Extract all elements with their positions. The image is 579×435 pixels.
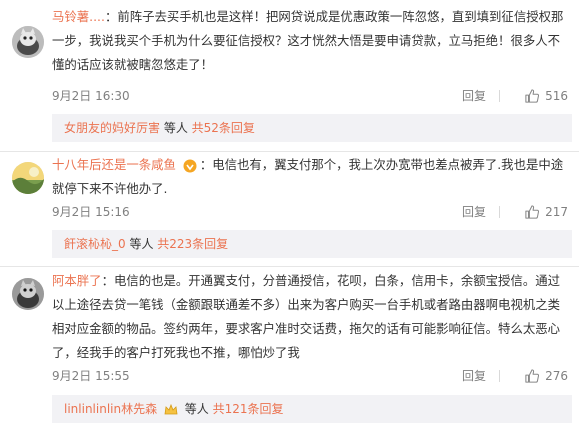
divider [0,266,579,267]
timestamp: 9月2日 15:55 [52,369,130,383]
username-link[interactable]: 十八年后还是一条咸鱼 [52,157,176,172]
like-button[interactable]: 276 [525,364,568,388]
comment-meta: 9月2日 16:30 回复 516 [52,84,572,108]
comment-meta: 9月2日 15:55 回复 276 [52,364,572,388]
reply-button[interactable]: 回复 [462,364,486,388]
thumbs-up-icon [525,369,540,383]
avatar[interactable] [12,162,44,194]
comment-text-block: 阿本胖了：电信的也是。开通翼支付，分普通授信，花呗，白条，信用卡，余额宝授信。通… [52,269,572,365]
reply-button[interactable]: 回复 [462,84,486,108]
thumbs-up-icon [525,205,540,219]
comment-text-block: 马铃薯....：前阵子去买手机也是这样！把网贷说成是优惠政策一阵忽悠，直到填到征… [52,5,572,77]
username-link[interactable]: 阿本胖了 [52,273,102,288]
thumbs-up-icon [525,89,540,103]
replies-count-link[interactable]: 共52条回复 [192,121,255,135]
vip-badge-icon [183,159,197,172]
replies-label: 等人 [160,121,192,135]
comment-text-block: 十八年后还是一条咸鱼 ：电信也有，翼支付那个，我上次办宽带也差点被弄了.我也是中… [52,153,572,201]
replies-count-link[interactable]: 共121条回复 [213,402,284,416]
timestamp: 9月2日 15:16 [52,205,130,219]
reply-button[interactable]: 回复 [462,200,486,224]
like-button[interactable]: 516 [525,84,568,108]
replies-summary[interactable]: linlinlinlin林先森 等人 共121条回复 [52,395,572,423]
replies-label: 等人 [125,237,158,251]
replies-summary[interactable]: 飦滚杺杺_0 等人 共223条回复 [52,230,572,258]
divider [499,90,500,102]
divider [0,151,579,152]
reply-username[interactable]: 女朋友的妈好厉害 [64,121,160,135]
avatar[interactable] [12,26,44,58]
comment-text: ：电信的也是。开通翼支付，分普通授信，花呗，白条，信用卡，余额宝授信。通过以上途… [52,273,561,360]
divider [499,370,500,382]
reply-username[interactable]: 飦滚杺杺_0 [64,237,126,251]
username-link[interactable]: 马铃薯.... [52,9,105,24]
comment-text: ：前阵子去买手机也是这样！把网贷说成是优惠政策一阵忽悠，直到填到征信授权那一步，… [52,9,564,72]
crown-badge-icon [164,403,178,414]
like-button[interactable]: 217 [525,200,568,224]
avatar[interactable] [12,278,44,310]
reply-username[interactable]: linlinlinlin林先森 [64,402,157,416]
divider [499,206,500,218]
like-count: 516 [545,89,568,103]
timestamp: 9月2日 16:30 [52,89,130,103]
like-count: 276 [545,369,568,383]
like-count: 217 [545,205,568,219]
comment-meta: 9月2日 15:16 回复 217 [52,200,572,224]
replies-label: 等人 [180,402,213,416]
replies-summary[interactable]: 女朋友的妈好厉害 等人 共52条回复 [52,114,572,142]
replies-count-link[interactable]: 共223条回复 [157,237,228,251]
